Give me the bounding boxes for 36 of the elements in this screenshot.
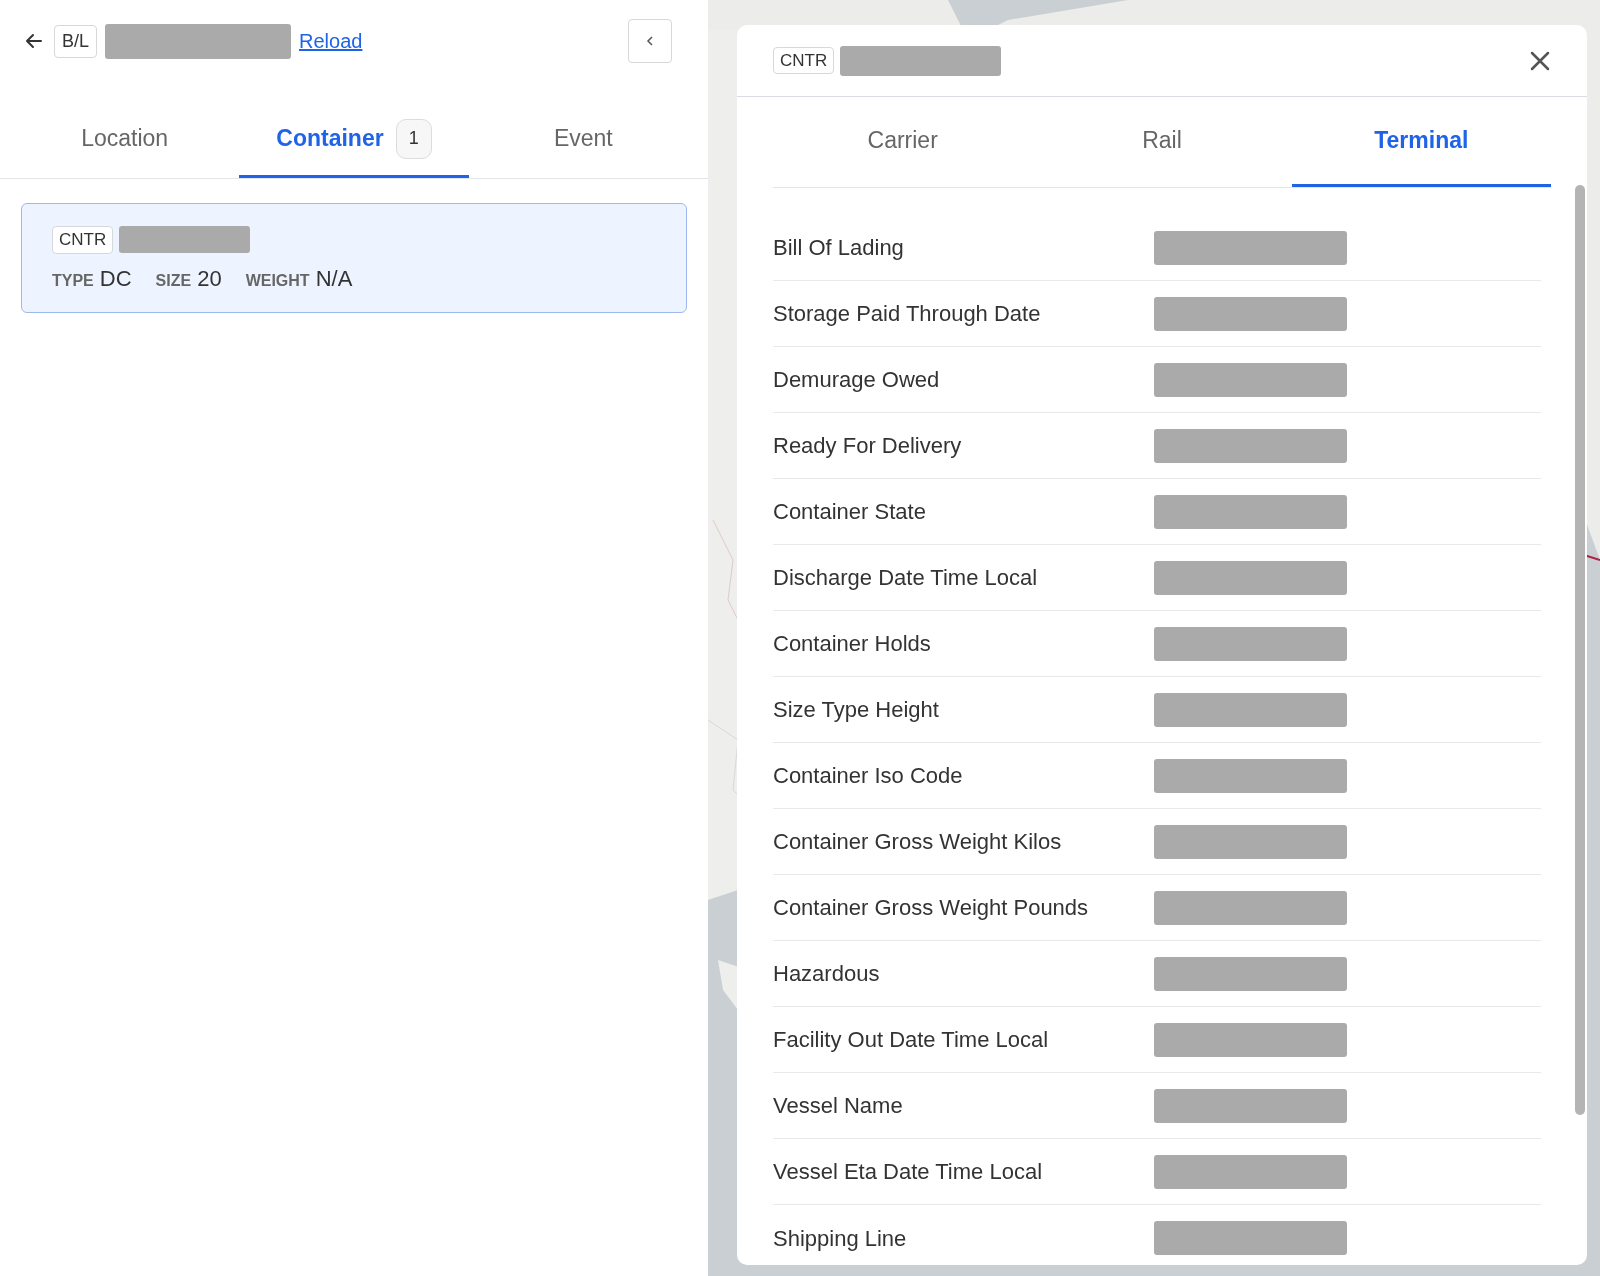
count-badge: 1 (395, 118, 432, 159)
row-label: Hazardous (773, 960, 881, 988)
field-value: DC (99, 264, 132, 293)
row-label: Storage Paid Through Date (773, 300, 1042, 328)
row-label: Container Holds (773, 630, 932, 658)
row-label: Demurage Owed (773, 366, 941, 394)
tab[interactable]: Rail (1032, 97, 1292, 187)
field-value: N/A (315, 264, 353, 293)
row-label: Container Gross Weight Pounds (773, 894, 1090, 922)
row-label: Ready For Delivery (773, 432, 963, 460)
row-label: Vessel Eta Date Time Local (773, 1158, 1044, 1186)
tab[interactable]: Container 1 (239, 102, 469, 178)
tab[interactable]: Carrier (773, 97, 1033, 187)
container-tag: CNTR (773, 46, 835, 75)
row-label: Container Iso Code (773, 762, 964, 790)
row-label: Bill Of Lading (773, 234, 905, 262)
row-label: Facility Out Date Time Local (773, 1026, 1050, 1054)
tab[interactable]: Event (468, 102, 698, 178)
reload-link[interactable]: Reload (299, 26, 363, 56)
container-card[interactable]: CNTR TYPE DC SIZE 20 WEIGHT N/A (21, 203, 687, 313)
scrollbar-thumb[interactable] (1575, 185, 1585, 1115)
field-label: SIZE (155, 270, 192, 291)
row-label: Vessel Name (773, 1092, 904, 1120)
tab[interactable]: Location (10, 102, 240, 178)
row-label: Discharge Date Time Local (773, 564, 1039, 592)
row-label: Size Type Height (773, 696, 940, 724)
row-label: Container State (773, 498, 927, 526)
tab[interactable]: Terminal (1291, 97, 1551, 187)
doc-tag: B/L (54, 24, 98, 58)
close-icon[interactable] (1529, 49, 1551, 72)
field-value: 20 (197, 264, 222, 293)
field-label: TYPE (52, 270, 94, 291)
field-label: WEIGHT (245, 270, 310, 291)
row-label: Shipping Line (773, 1224, 908, 1253)
row-label: Container Gross Weight Kilos (773, 828, 1063, 856)
container-tag: CNTR (52, 226, 114, 254)
